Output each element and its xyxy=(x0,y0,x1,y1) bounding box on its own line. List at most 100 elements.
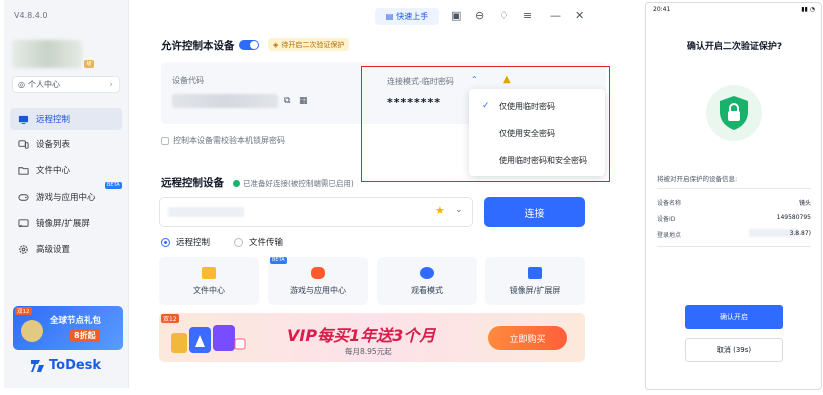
personal-center-label: 个人中心 xyxy=(27,80,60,89)
connect-button[interactable]: 连接 xyxy=(484,197,585,227)
mode-label: 远程控制 xyxy=(176,238,211,248)
devices-icon xyxy=(18,139,29,149)
sidebar-item-label: 高级设置 xyxy=(36,245,71,255)
todesk-logo: ToDesk xyxy=(31,358,101,373)
menu-icon[interactable]: ≡ xyxy=(523,9,532,22)
sidebar-item-remote-control[interactable]: 远程控制 xyxy=(10,108,122,130)
device-name-row: 设备名称 镜头 xyxy=(657,198,811,207)
message-icon[interactable]: ▣ xyxy=(451,9,461,22)
remote-control-title: 远程控制设备 xyxy=(161,177,224,189)
tile-game-center[interactable]: 游戏与应用中心 xyxy=(268,257,368,305)
dropdown-option-both[interactable]: 使用临时密码和安全密码 xyxy=(469,149,605,171)
chevron-down-icon[interactable]: ⌄ xyxy=(455,205,463,215)
tile-mirror-screen[interactable]: 镜像屏/扩展屏 xyxy=(485,257,585,305)
sidebar-item-device-list[interactable]: 设备列表 xyxy=(10,133,122,155)
chevron-right-icon: › xyxy=(109,79,113,90)
kv-value: 149580795 xyxy=(776,214,811,221)
status-ok-icon xyxy=(233,180,240,187)
dropdown-option-temp-only[interactable]: ✓ 仅使用临时密码 xyxy=(469,95,605,117)
device-id-row: 设备ID 149580795 xyxy=(657,214,811,223)
sidebar-item-label: 文件中心 xyxy=(36,166,71,176)
login-location-row: 登录地点 3.8.87) xyxy=(657,229,811,239)
kv-key: 设备名称 xyxy=(657,200,682,207)
shield-lock-icon xyxy=(706,85,762,141)
tile-label: 文件中心 xyxy=(193,285,225,295)
device-code-value xyxy=(172,94,278,108)
tile-file-center[interactable]: 文件中心 xyxy=(159,257,259,305)
status-time: 20:41 xyxy=(653,6,671,13)
beta-badge: BETA xyxy=(270,257,287,264)
book-icon: ▤ xyxy=(385,12,394,21)
user-icon: ◎ xyxy=(18,80,25,89)
device-code-label: 设备代码 xyxy=(172,76,204,85)
kv-key: 登录地点 xyxy=(657,232,682,239)
password-mode-dropdown: ✓ 仅使用临时密码 仅使用安全密码 使用临时密码和安全密码 xyxy=(469,89,605,176)
gamepad-icon xyxy=(311,266,325,279)
buy-now-button[interactable]: 立即购买 xyxy=(488,326,567,350)
promo-banner[interactable]: 双12 全球节点礼包 8折起 xyxy=(13,306,123,350)
copy-icon[interactable]: ⧉ xyxy=(284,96,290,106)
mode-file-transfer[interactable]: 文件传输 xyxy=(234,236,283,248)
eye-icon xyxy=(420,266,434,279)
avatar[interactable] xyxy=(12,40,82,68)
check-icon: ✓ xyxy=(482,101,490,111)
star-icon[interactable]: ★ xyxy=(435,204,445,217)
confirm-enable-button[interactable]: 确认开启 xyxy=(685,305,783,329)
remote-id-value xyxy=(168,207,244,217)
beta-badge: BETA xyxy=(105,182,122,189)
allow-control-toggle[interactable] xyxy=(239,40,259,50)
sidebar: V4.8.4.0 级 ◎ 个人中心 › 远程控制 设备列表 文件中心 游戏与应用… xyxy=(4,0,129,388)
vip-banner[interactable]: 双12 VIP每买1年送3个月 每月8.95元起 立即购买 xyxy=(159,313,585,362)
sidebar-item-file-center[interactable]: 文件中心 xyxy=(10,159,122,181)
option-label: 使用临时密码和安全密码 xyxy=(499,155,587,165)
logo-mark-icon xyxy=(31,359,44,372)
dropdown-option-secure-only[interactable]: 仅使用安全密码 xyxy=(469,122,605,144)
monitor-icon xyxy=(18,115,29,124)
personal-center-link[interactable]: ◎ 个人中心 › xyxy=(12,76,120,93)
sidebar-item-game-center[interactable]: 游戏与应用中心 xyxy=(10,186,122,208)
gift-icon xyxy=(21,320,43,342)
quick-start-label: 快速上手 xyxy=(396,12,429,21)
kv-value: 3.8.87) xyxy=(789,230,811,237)
shield-icon: ◈ xyxy=(273,40,279,49)
mode-remote-control[interactable]: 远程控制 xyxy=(161,236,210,248)
allow-control-title: 允许控制本设备 xyxy=(161,40,235,52)
radio-unselected[interactable] xyxy=(234,237,244,247)
pending-verification-badge[interactable]: ◈ 待开启二次验证保护 xyxy=(268,38,350,51)
vip-badge: 级 xyxy=(84,60,94,68)
qrcode-icon[interactable]: ▦ xyxy=(299,96,308,106)
quick-start-button[interactable]: ▤ 快速上手 xyxy=(375,8,439,25)
status-icons: ▮▮ ◔ xyxy=(801,6,815,13)
promo-tag: 双12 xyxy=(15,307,32,315)
lock-icon[interactable]: ⊖ xyxy=(475,9,484,22)
kv-value: 镜头 xyxy=(798,200,811,207)
main-panel: ▤ 快速上手 ▣ ⊖ ♢ ≡ — ✕ 允许控制本设备 ◈ 待开启二次验证保护 设… xyxy=(129,0,632,388)
status-label: 已准备好连接(被控制端需已启用) xyxy=(243,179,354,188)
remote-id-input[interactable] xyxy=(159,197,473,227)
option-label: 仅使用安全密码 xyxy=(499,128,555,138)
gamepad-icon xyxy=(18,193,29,201)
tile-label: 游戏与应用中心 xyxy=(290,285,346,295)
brand-name: ToDesk xyxy=(49,358,102,373)
cancel-button[interactable]: 取消 (39s) xyxy=(685,338,783,362)
cast-icon xyxy=(528,266,542,279)
minimize-icon[interactable]: — xyxy=(550,9,561,22)
vip-price: 每月8.95元起 xyxy=(345,347,392,356)
tile-label: 观看模式 xyxy=(411,285,443,295)
folder-icon xyxy=(202,266,216,279)
sidebar-item-advanced-settings[interactable]: 高级设置 xyxy=(10,238,122,260)
sidebar-item-label: 设备列表 xyxy=(36,140,71,150)
tile-watch-mode[interactable]: 观看模式 xyxy=(377,257,477,305)
lock-screen-checkbox[interactable] xyxy=(161,136,169,145)
radio-selected[interactable] xyxy=(161,237,170,247)
bell-icon[interactable]: ♢ xyxy=(499,9,509,22)
tile-label: 镜像屏/扩展屏 xyxy=(509,285,561,295)
sidebar-item-mirror-screen[interactable]: 镜像屏/扩展屏 xyxy=(10,212,122,234)
lock-screen-checkbox-row[interactable]: 控制本设备需校验本机锁屏密码 xyxy=(161,135,285,146)
sidebar-item-label: 游戏与应用中心 xyxy=(36,193,96,203)
close-icon[interactable]: ✕ xyxy=(575,9,584,22)
vip-headline: VIP每买1年送3个月 xyxy=(287,326,436,345)
vip-gift-art-icon xyxy=(171,325,246,353)
connection-status: 已准备好连接(被控制端需已启用) xyxy=(233,178,354,189)
phone-title: 确认开启二次验证保护? xyxy=(686,42,783,52)
